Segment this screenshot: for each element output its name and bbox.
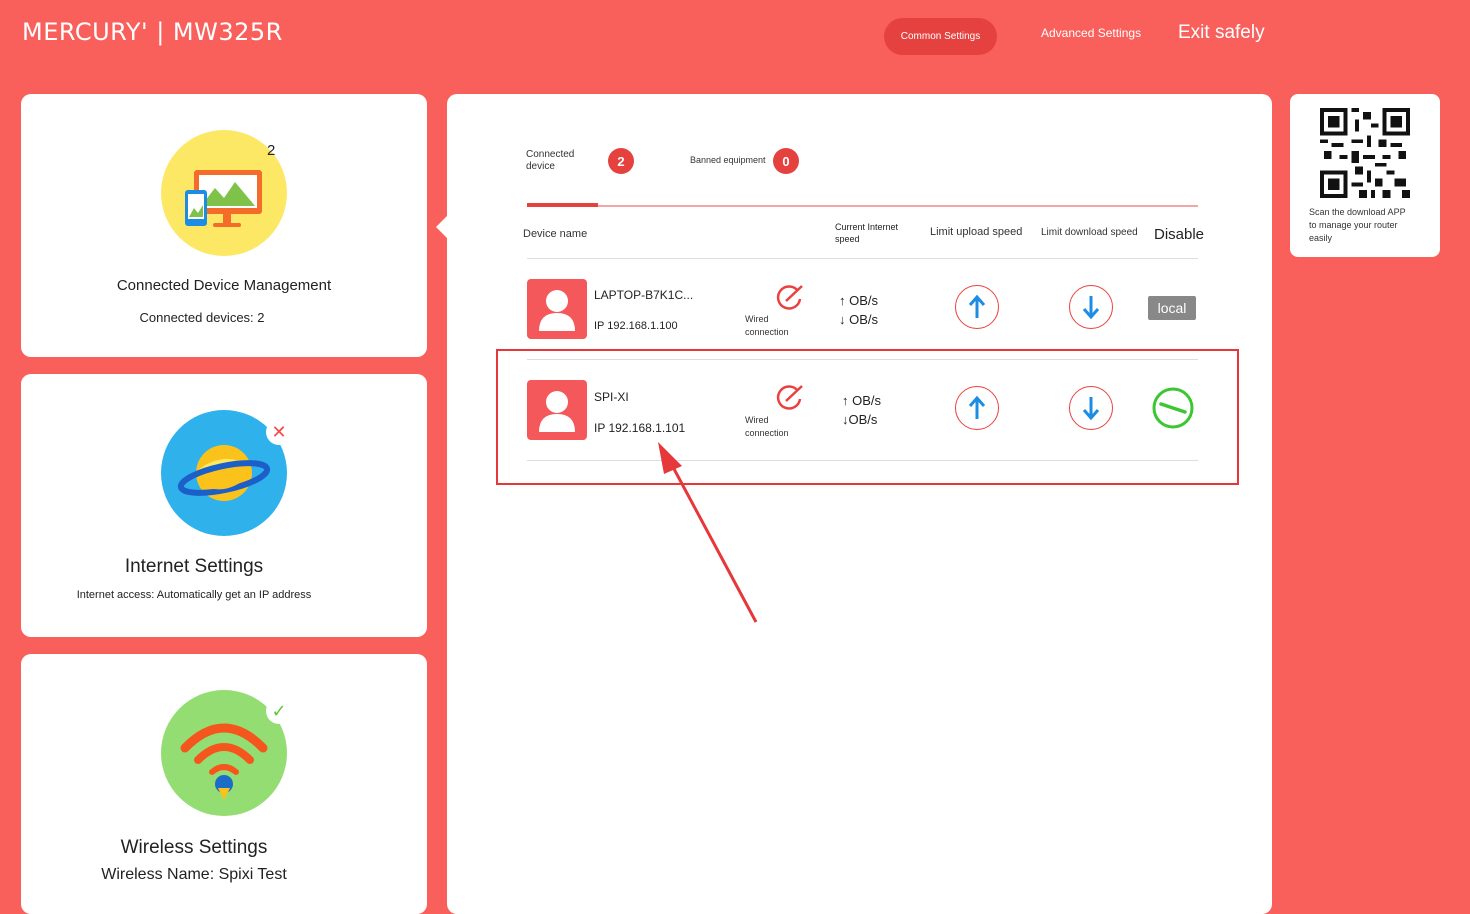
disconnected-x-icon: ✕ (266, 419, 292, 445)
card-title-wireless: Wireless Settings (120, 837, 268, 858)
tab-connected-device[interactable]: Connected device (526, 149, 574, 173)
arrow-up-icon (968, 294, 986, 318)
device-name: LAPTOP-B7K1C... (594, 288, 694, 302)
col-current-speed: Current Internet speed (835, 222, 899, 244)
device-avatar-icon (527, 279, 587, 339)
highlight-box (496, 349, 1239, 485)
col-limit-upload: Limit upload speed (930, 226, 1023, 238)
card-sub-devices: Connected devices: 2 (139, 310, 265, 325)
devices-count-badge: 2 (267, 142, 276, 159)
card-title-internet: Internet Settings (124, 556, 264, 577)
nav-exit-safely[interactable]: Exit safely (1178, 22, 1265, 44)
qr-code-icon (1320, 108, 1410, 198)
arrow-down-icon (1082, 296, 1100, 320)
card-wireless-settings[interactable]: ✓ Wireless Settings Wireless Name: Spixi… (21, 654, 427, 914)
nav-advanced-settings[interactable]: Advanced Settings (1041, 26, 1141, 40)
nav-common-settings[interactable]: Common Settings (884, 18, 997, 55)
brand-logo: MERCURY' | MW325R (22, 18, 283, 46)
card-title-devices: Connected Device Management (116, 277, 332, 294)
tab-underline (527, 205, 1198, 207)
device-speed: ↑ OB/s ↓ OB/s (839, 293, 879, 327)
annotation-arrow-icon (658, 442, 758, 623)
col-device-name: Device name (523, 228, 588, 240)
device-list-panel (447, 94, 1272, 914)
card-connected-devices[interactable]: 2 Connected Device Management Connected … (21, 94, 427, 357)
connected-count-badge: 2 (608, 148, 634, 174)
tab-active-indicator (527, 203, 598, 207)
tab-banned-equipment[interactable]: Banned equipment (690, 154, 766, 166)
qr-caption: Scan the download APP to manage your rou… (1309, 207, 1406, 243)
col-disable: Disable (1154, 226, 1205, 243)
qr-card: Scan the download APP to manage your rou… (1290, 94, 1440, 257)
local-device-badge: local (1148, 296, 1196, 320)
card-internet-settings[interactable]: ✕ Internet Settings Internet access: Aut… (21, 374, 427, 637)
card-pointer (436, 216, 447, 238)
limit-upload-button[interactable] (955, 285, 999, 329)
device-ip: IP 192.168.1.100 (594, 320, 678, 332)
connection-type: Wired connection (745, 314, 789, 337)
limit-download-button[interactable] (1069, 285, 1113, 329)
connected-check-icon: ✓ (266, 698, 292, 724)
edit-device-icon[interactable] (776, 283, 806, 316)
card-sub-internet: Internet access: Automatically get an IP… (76, 589, 312, 601)
col-limit-download: Limit download speed (1041, 227, 1138, 238)
card-sub-wireless: Wireless Name: Spixi Test (101, 866, 287, 883)
row-separator (527, 258, 1198, 259)
banned-count-badge: 0 (773, 148, 799, 174)
